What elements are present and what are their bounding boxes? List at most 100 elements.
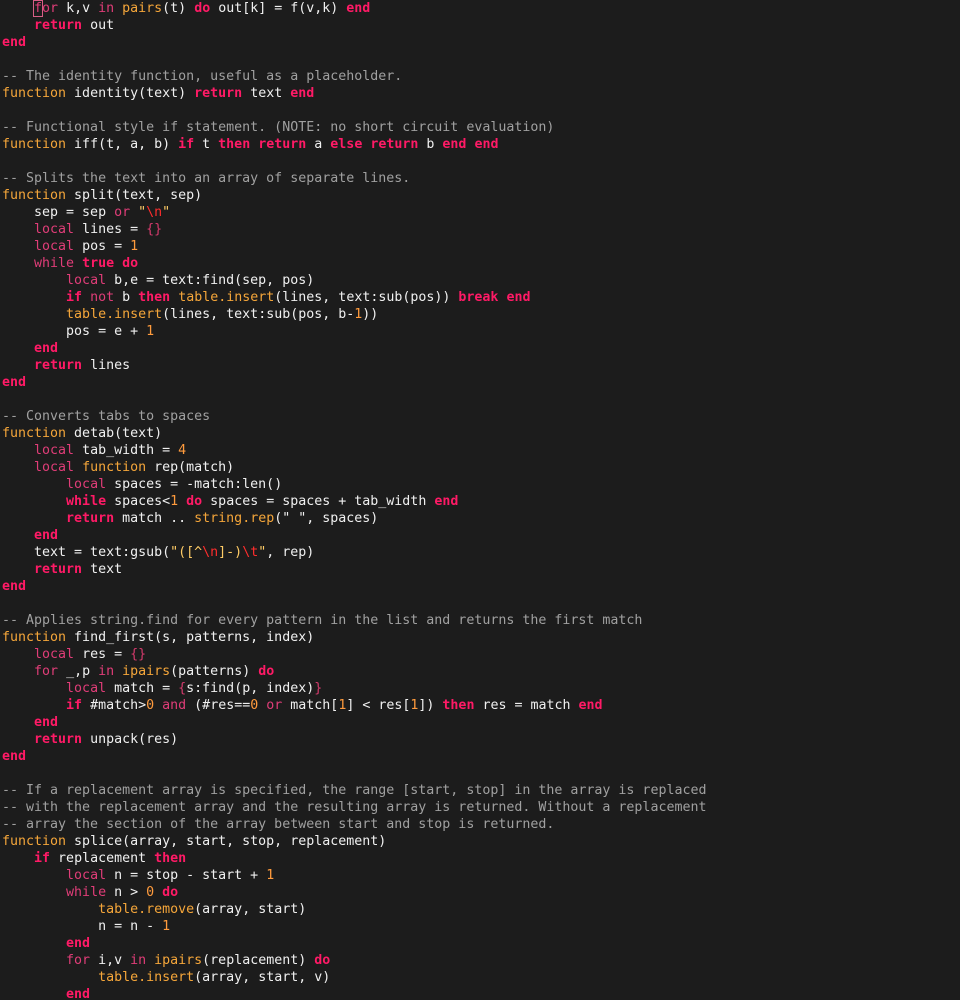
code-token: return (34, 18, 83, 33)
code-line[interactable]: local tab_width = 4 (2, 442, 960, 459)
code-token: ]-) (218, 545, 243, 560)
code-line[interactable]: for k,v in pairs(t) do out[k] = f(v,k) e… (2, 0, 960, 17)
code-line[interactable]: -- If a replacement array is specified, … (2, 782, 960, 799)
code-line[interactable] (2, 765, 960, 782)
code-line[interactable]: local match = {s:find(p, index)} (2, 680, 960, 697)
code-line[interactable]: return unpack(res) (2, 731, 960, 748)
code-line[interactable]: -- The identity function, useful as a pl… (2, 68, 960, 85)
code-line[interactable]: table.remove(array, start) (2, 901, 960, 918)
code-token: 1 (170, 494, 179, 509)
code-line[interactable]: end (2, 340, 960, 357)
code-token: return (194, 86, 243, 101)
code-token: -- Splits the text into an array of sepa… (2, 171, 411, 186)
code-line[interactable]: for i,v in ipairs(replacement) do (2, 952, 960, 969)
code-line[interactable]: sep = sep or "\n" (2, 204, 960, 221)
code-editor[interactable]: for k,v in pairs(t) do out[k] = f(v,k) e… (2, 0, 960, 1000)
code-line[interactable]: -- Converts tabs to spaces (2, 408, 960, 425)
code-line[interactable]: local b,e = text:find(sep, pos) (2, 272, 960, 289)
code-line[interactable]: -- Functional style if statement. (NOTE:… (2, 119, 960, 136)
code-token: while (66, 885, 107, 900)
code-line[interactable]: table.insert(lines, text:sub(pos, b-1)) (2, 306, 960, 323)
code-token: end (2, 375, 27, 390)
code-token: function (2, 426, 67, 441)
code-line[interactable]: local function rep(match) (2, 459, 960, 476)
code-token: do (162, 885, 179, 900)
code-line[interactable]: -- Applies string.find for every pattern… (2, 612, 960, 629)
code-line[interactable] (2, 153, 960, 170)
code-line[interactable]: while n > 0 do (2, 884, 960, 901)
code-line[interactable]: return text (2, 561, 960, 578)
code-line[interactable]: if not b then table.insert(lines, text:s… (2, 289, 960, 306)
code-line[interactable]: n = n - 1 (2, 918, 960, 935)
code-line[interactable]: return out (2, 17, 960, 34)
code-line[interactable]: pos = e + 1 (2, 323, 960, 340)
code-token: and (162, 698, 187, 713)
code-line[interactable]: -- array the section of the array betwee… (2, 816, 960, 833)
code-line[interactable]: -- Splits the text into an array of sepa… (2, 170, 960, 187)
code-line[interactable]: function splice(array, start, stop, repl… (2, 833, 960, 850)
code-line[interactable]: function split(text, sep) (2, 187, 960, 204)
code-line[interactable]: end (2, 527, 960, 544)
code-token: 1 (130, 239, 139, 254)
code-line[interactable]: local res = {} (2, 646, 960, 663)
code-token: #match> (82, 698, 147, 713)
code-line[interactable]: end (2, 578, 960, 595)
code-token: in (130, 953, 147, 968)
code-line[interactable]: for _,p in ipairs(patterns) do (2, 663, 960, 680)
code-token: iff(t, a, b) (66, 137, 179, 152)
code-token: 1 (146, 324, 155, 339)
code-line[interactable]: if #match>0 and (#res==0 or match[1] < r… (2, 697, 960, 714)
code-token: -- Applies string.find for every pattern… (2, 613, 643, 628)
code-line[interactable]: end (2, 374, 960, 391)
code-token: or (266, 698, 283, 713)
code-token: table.insert (66, 307, 163, 322)
code-line[interactable]: return match .. string.rep(" ", spaces) (2, 510, 960, 527)
code-line[interactable]: end (2, 34, 960, 51)
code-line[interactable] (2, 102, 960, 119)
code-line[interactable] (2, 595, 960, 612)
code-token: {} (146, 222, 163, 237)
code-line[interactable]: -- with the replacement array and the re… (2, 799, 960, 816)
code-line[interactable]: function identity(text) return text end (2, 85, 960, 102)
code-token: do (314, 953, 331, 968)
code-token: do (122, 256, 139, 271)
code-token: end (34, 528, 59, 543)
code-token: b (418, 137, 443, 152)
code-line[interactable]: local pos = 1 (2, 238, 960, 255)
code-line[interactable]: while spaces<1 do spaces = spaces + tab_… (2, 493, 960, 510)
code-line[interactable]: local n = stop - start + 1 (2, 867, 960, 884)
code-line[interactable]: local spaces = -match:len() (2, 476, 960, 493)
code-line[interactable]: if replacement then (2, 850, 960, 867)
code-line[interactable]: end (2, 748, 960, 765)
code-token: b,e = text:find(sep, pos) (106, 273, 315, 288)
code-line[interactable]: local lines = {} (2, 221, 960, 238)
code-line[interactable]: text = text:gsub("([^\n]-)\t", rep) (2, 544, 960, 561)
code-line[interactable] (2, 391, 960, 408)
code-token: function (2, 137, 67, 152)
code-line[interactable]: end (2, 935, 960, 952)
code-line[interactable]: end (2, 986, 960, 1000)
code-token: return (66, 511, 115, 526)
code-token: replacement (50, 851, 155, 866)
code-line[interactable]: function detab(text) (2, 425, 960, 442)
code-line[interactable]: while true do (2, 255, 960, 272)
code-token: )) (362, 307, 379, 322)
code-line[interactable]: return lines (2, 357, 960, 374)
code-line[interactable] (2, 51, 960, 68)
code-line[interactable]: function iff(t, a, b) if t then return a… (2, 136, 960, 153)
code-line[interactable]: function find_first(s, patterns, index) (2, 629, 960, 646)
code-line[interactable]: table.insert(array, start, v) (2, 969, 960, 986)
code-line[interactable]: end (2, 714, 960, 731)
code-token: splice(array, start, stop, replacement) (66, 834, 387, 849)
code-token: then (138, 290, 171, 305)
